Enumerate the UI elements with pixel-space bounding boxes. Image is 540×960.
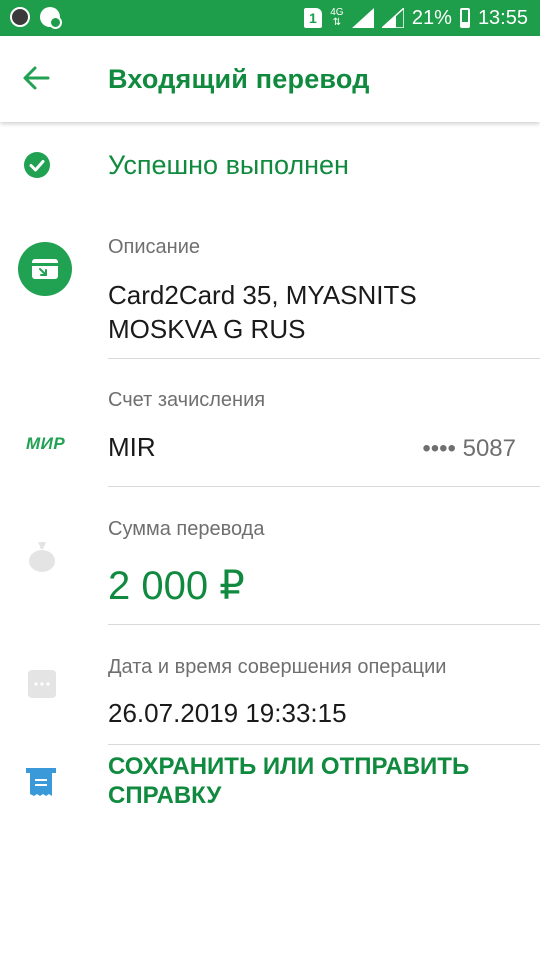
divider (108, 486, 540, 487)
money-bag-icon (29, 542, 55, 572)
transfer-status-text: Успешно выполнен (108, 150, 349, 180)
network-type-label: 4G (330, 7, 344, 18)
divider (108, 624, 540, 625)
description-section: Описание Card2Card 35, MYASNITS MOSKVA G… (0, 230, 540, 360)
description-label: Описание (108, 236, 201, 258)
account-label: Счет зачисления (108, 389, 266, 411)
save-or-send-receipt-line2: СПРАВКУ (108, 782, 222, 809)
amount-label: Сумма перевода (108, 518, 265, 540)
clock: 13:55 (477, 6, 528, 29)
battery-icon (459, 8, 470, 28)
amount-section: Сумма перевода 2 000 ₽ (0, 514, 540, 626)
datetime-label: Дата и время совершения операции (108, 656, 447, 678)
divider (108, 358, 540, 359)
status-notifications (10, 7, 62, 29)
app-notification-icon (40, 7, 62, 29)
amount-value: 2 000 ₽ (108, 564, 245, 608)
battery-percent: 21% (411, 6, 452, 29)
check-circle-icon (24, 152, 50, 178)
account-card-name: MIR (108, 432, 156, 462)
mir-logo-text: МИР (26, 434, 66, 453)
receipt-icon (26, 768, 56, 796)
avatar-notification-icon (10, 7, 30, 27)
divider (108, 744, 540, 745)
signal-strength-icon (351, 8, 374, 28)
description-value-line2: MOSKVA G RUS (108, 314, 306, 344)
app-bar: Входящий перевод (0, 36, 540, 122)
datetime-section: Дата и время совершения операции 26.07.2… (0, 652, 540, 746)
mir-logo-icon: МИР (26, 434, 65, 454)
signal-strength-2-icon (381, 8, 404, 28)
page-title: Входящий перевод (108, 64, 370, 94)
transfer-status-row: Успешно выполнен (0, 140, 540, 192)
sim-icon: 1 (303, 8, 322, 28)
datetime-value: 26.07.2019 19:33:15 (108, 698, 347, 728)
more-dots-icon (28, 670, 56, 698)
save-or-send-receipt-line1: СОХРАНИТЬ ИЛИ ОТПРАВИТЬ (108, 753, 470, 780)
account-card-number: •••• 5087 (422, 435, 516, 462)
back-button[interactable] (14, 56, 58, 100)
card-transfer-icon (18, 242, 72, 296)
status-bar: 1 4G ⇅ 21% 13:55 (0, 0, 540, 36)
network-type-icon: 4G ⇅ (330, 7, 344, 28)
description-value-line1: Card2Card 35, MYASNITS (108, 280, 417, 310)
save-or-send-receipt-button[interactable]: СОХРАНИТЬ ИЛИ ОТПРАВИТЬ СПРАВКУ (108, 752, 528, 810)
arrow-left-icon (23, 66, 50, 90)
status-system-icons: 1 4G ⇅ 21% 13:55 (303, 0, 528, 36)
account-section: МИР Счет зачисления MIR •••• 5087 (0, 385, 540, 489)
